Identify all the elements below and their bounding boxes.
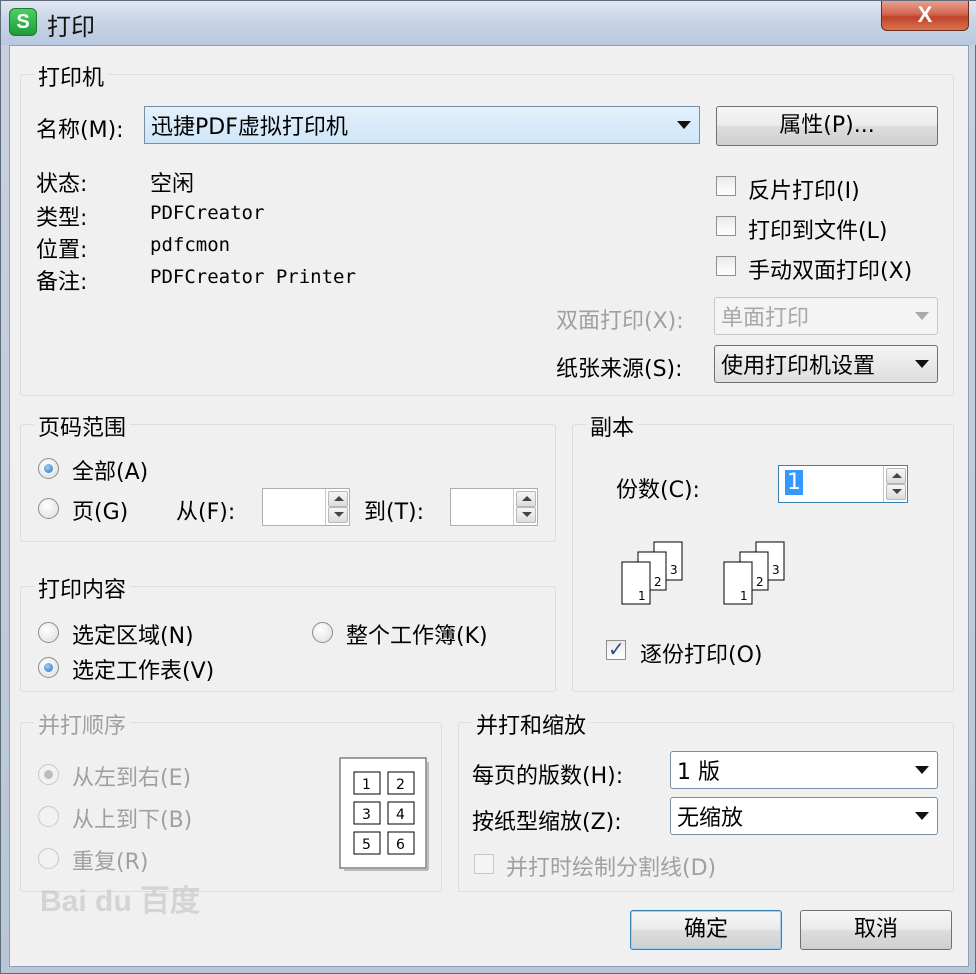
print-to-file-label: 打印到文件(L) [748,219,888,244]
paper-source-label: 纸张来源(S): [556,357,683,382]
paper-source-value: 使用打印机设置 [721,354,876,379]
spin-up-icon[interactable] [886,468,906,484]
properties-button[interactable]: 属性(P)... [716,106,938,146]
print-to-file-checkbox[interactable] [716,216,736,236]
top-to-bottom-radio[interactable] [38,806,59,827]
selection-label: 选定区域(N) [72,624,194,649]
draw-divider-checkbox[interactable] [474,854,494,874]
spin-up-icon[interactable] [328,491,348,507]
preview-cell-3: 3 [362,807,371,823]
duplex-value: 单面打印 [721,306,810,331]
stack-page-1: 1 [638,589,646,603]
all-pages-label: 全部(A) [72,460,149,485]
repeat-label: 重复(R) [72,850,149,875]
left-to-right-radio[interactable] [38,764,59,785]
pages-per-sheet-value: 1 版 [677,760,720,785]
workbook-radio[interactable] [312,622,333,643]
reverse-print-label: 反片打印(I) [748,179,860,204]
duplex-select[interactable]: 单面打印 [714,297,938,335]
to-page-spinner[interactable] [450,488,538,526]
preview-cell-4: 4 [396,807,405,823]
chevron-down-icon [915,360,929,368]
page-range-group-label: 页码范围 [34,410,131,442]
cancel-button[interactable]: 取消 [800,910,952,950]
stack-page-1b: 1 [740,589,748,603]
chevron-down-icon [915,766,929,774]
printer-group-label: 打印机 [34,60,109,92]
pages-per-sheet-select[interactable]: 1 版 [670,751,938,789]
reverse-print-checkbox[interactable] [716,176,736,196]
type-value: PDFCreator [150,202,265,224]
duplex-label: 双面打印(X): [556,309,684,334]
title-bar: S 打印 X [1,1,976,45]
selection-radio[interactable] [38,622,59,643]
active-sheet-radio[interactable] [38,657,59,678]
wps-logo-icon: S [9,8,37,36]
left-to-right-label: 从左到右(E) [72,766,192,791]
from-label: 从(F): [176,500,236,525]
all-pages-radio[interactable] [38,458,59,479]
checkmark-icon: ✓ [608,637,625,661]
scale-select[interactable]: 无缩放 [670,797,938,835]
from-page-spinner[interactable] [262,488,350,526]
baidu-watermark: Bai du 百度 [40,885,201,918]
chevron-down-icon [915,312,929,320]
location-label: 位置: [36,238,88,263]
scale-value: 无缩放 [677,806,744,831]
manual-duplex-checkbox[interactable] [716,256,736,276]
status-label: 状态: [36,172,88,197]
scale-label: 按纸型缩放(Z): [472,810,622,835]
to-label: 到(T): [364,500,425,525]
draw-divider-label: 并打时绘制分割线(D) [506,856,717,881]
merge-order-group-label: 并打顺序 [34,708,131,740]
printer-name-label: 名称(M): [36,118,124,143]
workbook-label: 整个工作簿(K) [346,624,488,649]
chevron-down-icon [677,121,691,129]
close-button[interactable]: X [881,1,969,31]
collate-label: 逐份打印(O) [640,643,763,668]
chevron-down-icon [915,812,929,820]
printer-name-value: 迅捷PDF虚拟打印机 [151,115,348,140]
collate-illustration-icon: 3 2 1 3 2 1 [621,541,785,605]
preview-cell-6: 6 [396,837,405,853]
preview-cell-2: 2 [396,777,405,793]
location-value: pdfcmon [150,234,231,256]
active-sheet-label: 选定工作表(V) [72,659,215,684]
manual-duplex-label: 手动双面打印(X) [748,259,913,284]
stack-page-2b: 2 [756,575,764,589]
copies-group-label: 副本 [586,410,639,442]
printer-name-select[interactable]: 迅捷PDF虚拟打印机 [144,106,700,144]
comment-value: PDFCreator Printer [150,266,356,288]
spin-down-icon[interactable] [328,507,348,523]
stack-page-2: 2 [654,575,662,589]
top-to-bottom-label: 从上到下(B) [72,808,193,833]
spin-down-icon[interactable] [886,484,906,500]
ok-button[interactable]: 确定 [630,910,782,950]
type-label: 类型: [36,206,88,231]
copies-count-value: 1 [785,470,803,495]
stack-page-3: 3 [670,563,678,577]
print-content-group-label: 打印内容 [34,572,131,604]
merge-zoom-group-label: 并打和缩放 [472,708,591,740]
preview-cell-5: 5 [362,837,371,853]
comment-label: 备注: [36,270,88,295]
stack-page-3b: 3 [772,563,780,577]
spin-up-icon[interactable] [516,491,536,507]
spin-down-icon[interactable] [516,507,536,523]
collate-checkbox[interactable]: ✓ [606,637,626,661]
dialog-title: 打印 [47,13,95,41]
paper-source-select[interactable]: 使用打印机设置 [714,345,938,383]
merge-order-preview-icon: 1 2 3 4 5 6 [339,757,429,871]
preview-cell-1: 1 [362,777,371,793]
status-value: 空闲 [150,172,195,197]
pages-per-sheet-label: 每页的版数(H): [472,764,624,789]
page-range-radio[interactable] [38,498,59,519]
copies-count-spinner[interactable]: 1 [778,465,908,503]
page-range-label: 页(G) [72,500,129,525]
repeat-radio[interactable] [38,848,59,869]
copies-count-label: 份数(C): [616,478,700,503]
